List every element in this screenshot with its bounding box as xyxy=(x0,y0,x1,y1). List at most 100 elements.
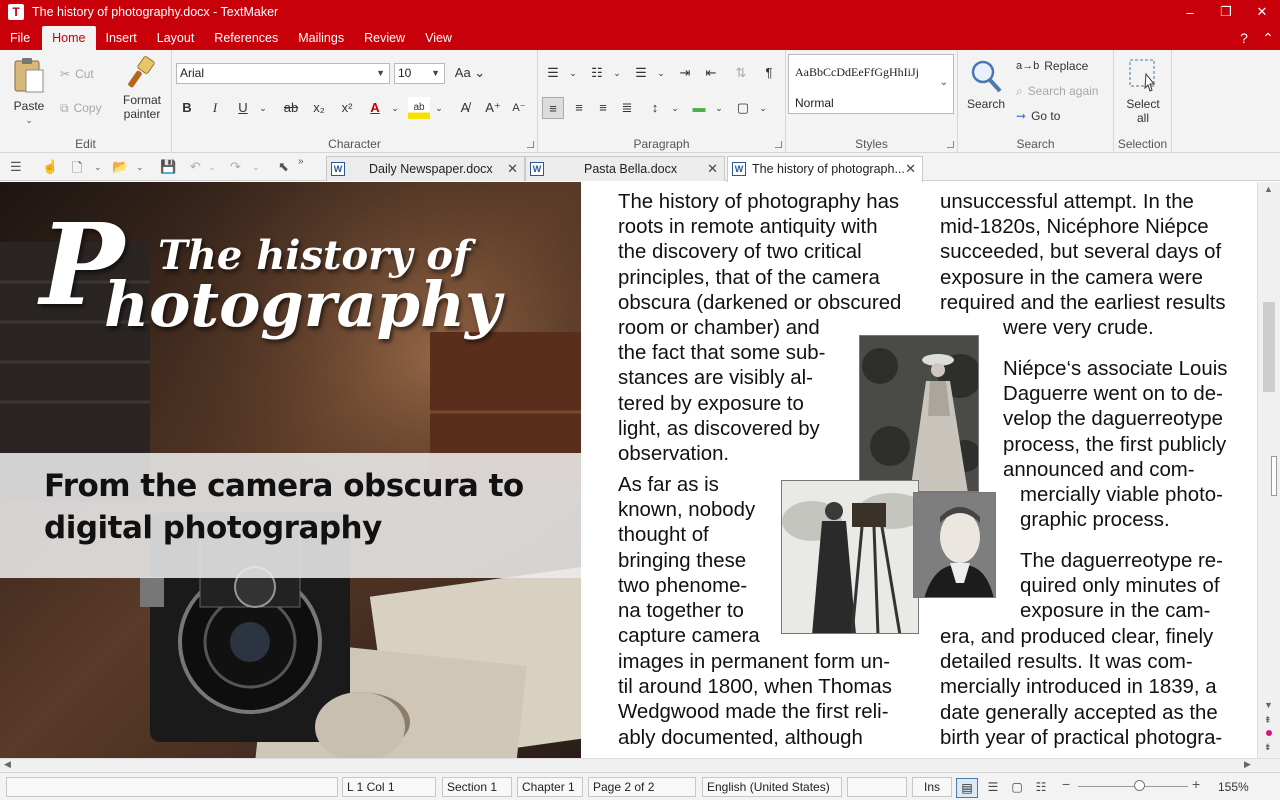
column-2-paragraph-2[interactable]: Niépce‘s associate Louis Daguerre went on… xyxy=(1003,357,1227,483)
strikethrough-button[interactable]: ab xyxy=(280,97,302,119)
bold-button[interactable]: B xyxy=(176,97,198,119)
search-button[interactable]: Search xyxy=(964,58,1008,111)
select-all-button[interactable]: Select all xyxy=(1118,58,1168,125)
close-window-button[interactable]: ✕ xyxy=(1244,0,1280,24)
zoom-slider-track[interactable] xyxy=(1078,786,1188,787)
font-color-button[interactable]: A xyxy=(364,97,386,119)
highlight-dropdown[interactable]: ⌄ xyxy=(428,97,450,119)
textmaker-app-icon[interactable]: T xyxy=(8,4,24,20)
numbering-dropdown[interactable]: ⌄ xyxy=(606,62,628,84)
column-2-paragraph-3-cont[interactable]: era, and produced clear, finely detailed … xyxy=(940,625,1222,751)
menu-insert[interactable]: Insert xyxy=(96,26,147,50)
shading-button[interactable]: ▬ xyxy=(688,97,710,119)
scroll-right-icon[interactable]: ▶ xyxy=(1244,759,1251,770)
italic-button[interactable]: I xyxy=(204,97,226,119)
menu-home[interactable]: Home xyxy=(42,26,96,50)
paste-button[interactable]: Paste ⌄ xyxy=(6,56,52,127)
menu-references[interactable]: References xyxy=(204,26,288,50)
goto-button[interactable]: ➞ Go to xyxy=(1016,106,1060,126)
status-insert-mode[interactable]: Ins xyxy=(912,777,952,797)
menu-view[interactable]: View xyxy=(415,26,462,50)
status-language[interactable]: English (United States) xyxy=(702,777,842,797)
scroll-down-icon[interactable]: ▼ xyxy=(1264,700,1273,710)
column-2-line-indented[interactable]: were very crude. xyxy=(1003,316,1154,341)
justify-button[interactable]: ≣ xyxy=(616,97,638,119)
clear-formatting-button[interactable]: A̸ xyxy=(454,97,476,119)
column-2-paragraph-3[interactable]: The daguerreotype re-quired only minutes… xyxy=(1020,549,1223,625)
ruler-handle[interactable] xyxy=(1271,456,1277,496)
menu-mailings[interactable]: Mailings xyxy=(288,26,354,50)
chevron-down-icon[interactable]: ⌄ xyxy=(136,162,144,173)
styles-dialog-launcher[interactable] xyxy=(947,141,954,148)
close-tab-icon[interactable]: ✕ xyxy=(507,157,518,181)
column-2-paragraph-2-cont[interactable]: mercially viable photo-graphic process. xyxy=(1020,483,1223,533)
help-icon[interactable]: ? xyxy=(1232,30,1256,46)
borders-dropdown[interactable]: ⌄ xyxy=(752,97,774,119)
photo-woman-with-camera[interactable] xyxy=(781,480,919,634)
scroll-up-icon[interactable]: ▲ xyxy=(1264,184,1273,194)
menu-file[interactable]: File xyxy=(0,26,40,50)
tab-pasta-bella[interactable]: W Pasta Bella.docx ✕ xyxy=(525,156,725,181)
chevron-down-icon[interactable]: ⌄ xyxy=(208,162,216,173)
font-color-dropdown[interactable]: ⌄ xyxy=(384,97,406,119)
bullets-button[interactable]: ☰ xyxy=(542,62,564,84)
save-icon[interactable]: 💾 xyxy=(160,159,176,175)
view-page-icon[interactable]: ▢ xyxy=(1006,778,1028,798)
format-painter-button[interactable]: Format painter xyxy=(116,56,168,121)
grow-font-button[interactable]: A⁺ xyxy=(482,97,504,119)
align-right-button[interactable]: ≡ xyxy=(592,97,614,119)
touch-mode-icon[interactable]: ☝ xyxy=(42,159,58,175)
menu-layout[interactable]: Layout xyxy=(147,26,205,50)
undo-icon[interactable]: ↶ xyxy=(190,159,201,175)
next-page-icon[interactable]: ⇟ xyxy=(1264,742,1272,753)
chevron-down-icon[interactable]: ⌄ xyxy=(94,162,102,173)
new-document-icon[interactable]: 🗋 xyxy=(72,159,82,181)
ribbon-collapse-icon[interactable]: ⌃ xyxy=(1256,30,1280,47)
scroll-left-icon[interactable]: ◀ xyxy=(4,759,11,770)
open-folder-icon[interactable]: 📂 xyxy=(112,159,128,175)
column-1-paragraph-2-cont[interactable]: images in permanent form un-til around 1… xyxy=(618,650,892,751)
chevron-down-icon[interactable]: ⌄ xyxy=(252,162,260,173)
borders-button[interactable]: ▢ xyxy=(732,97,754,119)
view-outline-icon[interactable]: ☰ xyxy=(982,778,1004,798)
minimize-button[interactable]: – xyxy=(1172,0,1208,24)
maximize-button[interactable]: ❐ xyxy=(1208,0,1244,24)
previous-page-icon[interactable]: ⇞ xyxy=(1264,715,1272,726)
hamburger-menu-icon[interactable]: ☰ xyxy=(10,159,22,175)
pointer-icon[interactable]: ⬉ xyxy=(278,159,289,175)
redo-icon[interactable]: ↷ xyxy=(230,159,241,175)
photo-victorian-woman[interactable] xyxy=(859,335,979,492)
column-1-paragraph-2[interactable]: As far as is known, nobody thought of bring… xyxy=(618,473,760,649)
multilevel-button[interactable]: ☰ xyxy=(630,62,652,84)
browse-object-icon[interactable] xyxy=(1266,730,1272,736)
subscript-button[interactable]: x₂ xyxy=(308,97,330,119)
tab-history-of-photography[interactable]: W The history of photograph... ✕ xyxy=(727,156,923,182)
font-size-combo[interactable]: 10 ▼ xyxy=(394,63,445,84)
column-2-paragraph-1[interactable]: unsuccessful attempt. In the mid-1820s, N… xyxy=(940,190,1226,316)
zoom-in-icon[interactable]: + xyxy=(1192,776,1200,792)
menu-review[interactable]: Review xyxy=(354,26,415,50)
superscript-button[interactable]: x² xyxy=(336,97,358,119)
shrink-font-button[interactable]: A⁻ xyxy=(508,97,530,119)
tab-daily-newspaper[interactable]: W Daily Newspaper.docx ✕ xyxy=(326,156,525,181)
document-canvas[interactable]: P The history of hotography From the cam… xyxy=(0,182,1257,758)
close-tab-icon[interactable]: ✕ xyxy=(707,157,718,181)
highlight-button[interactable]: ab xyxy=(408,97,430,119)
underline-dropdown[interactable]: ⌄ xyxy=(252,97,274,119)
zoom-out-icon[interactable]: − xyxy=(1062,776,1070,792)
vertical-scrollbar[interactable]: ▲ ▼ ⇞ ⇟ xyxy=(1257,182,1280,758)
shading-dropdown[interactable]: ⌄ xyxy=(708,97,730,119)
align-center-button[interactable]: ≡ xyxy=(568,97,590,119)
change-case-button[interactable]: Aa ⌄ xyxy=(452,62,488,84)
line-spacing-button[interactable]: ↕ xyxy=(644,97,666,119)
character-dialog-launcher[interactable] xyxy=(527,141,534,148)
chevron-down-icon[interactable]: ⌄ xyxy=(940,77,948,88)
line-spacing-dropdown[interactable]: ⌄ xyxy=(664,97,686,119)
style-gallery[interactable]: AaBbCcDdEeFfGgHhIiJj Normal ⌄ xyxy=(788,54,954,114)
search-again-button[interactable]: ⌕ Search again xyxy=(1016,81,1098,101)
multilevel-dropdown[interactable]: ⌄ xyxy=(650,62,672,84)
copy-button[interactable]: ⧉ Copy xyxy=(60,98,102,118)
replace-button[interactable]: a→b Replace xyxy=(1016,56,1088,76)
numbering-button[interactable]: ☷ xyxy=(586,62,608,84)
show-marks-button[interactable]: ¶ xyxy=(758,62,780,84)
